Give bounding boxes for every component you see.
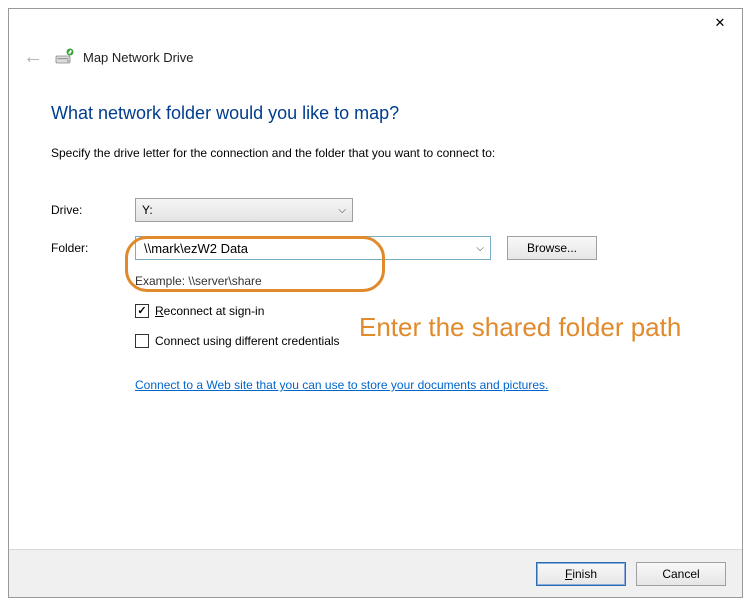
- cancel-button[interactable]: Cancel: [636, 562, 726, 586]
- drive-value: Y:: [142, 203, 153, 217]
- dialog-window: ✕ ← Map Network Drive What network folde…: [8, 8, 743, 598]
- example-text: Example: \\server\share: [135, 274, 700, 288]
- diffcred-checkbox[interactable]: [135, 334, 149, 348]
- reconnect-checkbox[interactable]: [135, 304, 149, 318]
- close-button[interactable]: ✕: [706, 13, 734, 33]
- content-area: What network folder would you like to ma…: [9, 73, 742, 412]
- chevron-down-icon: ⌵: [338, 205, 346, 216]
- browse-button[interactable]: Browse...: [507, 236, 597, 260]
- subtext: Specify the drive letter for the connect…: [51, 146, 700, 160]
- drive-row: Drive: Y: ⌵: [51, 198, 700, 222]
- reconnect-label: Reconnect at sign-in: [155, 304, 264, 318]
- footer: Finish Cancel: [9, 549, 742, 597]
- drive-label: Drive:: [51, 203, 135, 217]
- folder-row: Folder: ⌵ Browse...: [51, 236, 700, 260]
- header: ← Map Network Drive: [9, 37, 742, 73]
- options-block: Example: \\server\share Reconnect at sig…: [135, 274, 700, 392]
- back-arrow-icon: ←: [23, 47, 43, 67]
- reconnect-row: Reconnect at sign-in: [135, 304, 700, 318]
- diffcred-row: Connect using different credentials: [135, 334, 700, 348]
- folder-label: Folder:: [51, 241, 135, 255]
- chevron-down-icon[interactable]: ⌵: [476, 243, 484, 254]
- folder-input[interactable]: [142, 240, 476, 257]
- website-link[interactable]: Connect to a Web site that you can use t…: [135, 378, 548, 392]
- drive-select[interactable]: Y: ⌵: [135, 198, 353, 222]
- finish-button[interactable]: Finish: [536, 562, 626, 586]
- titlebar: ✕: [9, 9, 742, 37]
- main-heading: What network folder would you like to ma…: [51, 103, 700, 124]
- diffcred-label: Connect using different credentials: [155, 334, 340, 348]
- folder-combobox[interactable]: ⌵: [135, 236, 491, 260]
- network-drive-icon: [55, 48, 75, 66]
- window-title: Map Network Drive: [83, 50, 194, 65]
